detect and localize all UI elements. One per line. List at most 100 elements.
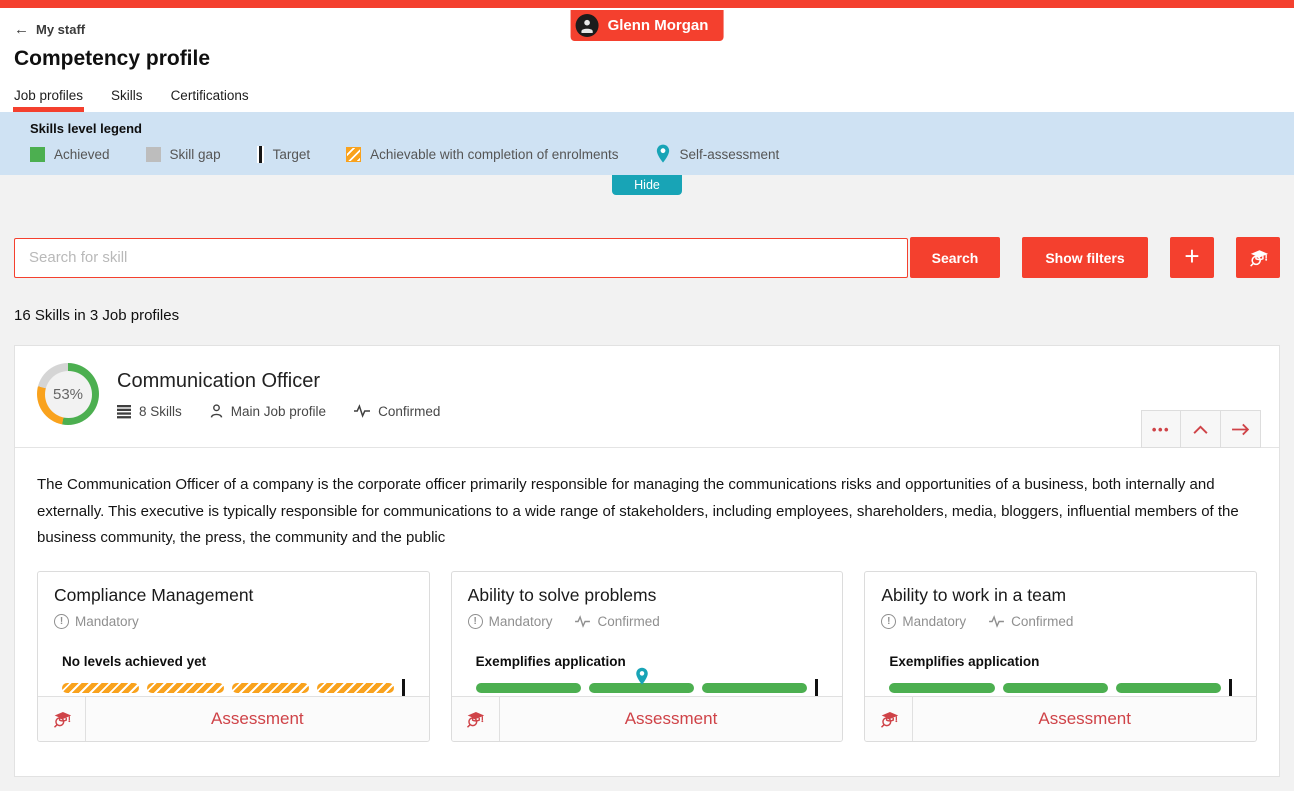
skill-card-compliance-management: Compliance Management Mandatory No level…: [37, 571, 430, 742]
mandatory-icon: [881, 614, 896, 629]
level-bar-achievable: [62, 683, 139, 693]
assessment-tool-button[interactable]: [1236, 237, 1280, 278]
level-bar-achieved: [476, 683, 581, 693]
skill-meta: Mandatory: [54, 614, 413, 629]
open-profile-button[interactable]: [1221, 410, 1261, 448]
job-profile-card: 53% Communication Officer 8 Skills Main …: [14, 345, 1280, 777]
pulse-icon: [353, 404, 371, 418]
back-link[interactable]: ← My staff: [14, 8, 85, 37]
back-arrow-icon: ←: [14, 22, 29, 37]
map-pin-icon: [655, 144, 671, 164]
pulse-icon: [574, 615, 591, 628]
graduation-cap-magnifier-icon: [878, 708, 900, 730]
profile-type: Main Job profile: [209, 403, 326, 419]
skill-card-body: Ability to work in a team Mandatory Conf…: [865, 572, 1256, 696]
assessment-link[interactable]: Assessment: [86, 697, 429, 741]
confirmed-badge: Confirmed: [574, 614, 659, 629]
legend-label: Self-assessment: [680, 147, 780, 162]
level-bar-achieved: [589, 683, 694, 693]
completion-percent: 53%: [45, 371, 92, 418]
mandatory-badge: Mandatory: [54, 614, 139, 629]
legend-item-target: Target: [257, 146, 311, 163]
skill-level-block: No levels achieved yet: [62, 654, 405, 696]
search-button[interactable]: Search: [910, 237, 1000, 278]
search-input[interactable]: [14, 238, 908, 278]
level-bar-achievable: [317, 683, 394, 693]
skill-level-bars: [476, 679, 819, 696]
skill-cards-row: Compliance Management Mandatory No level…: [15, 565, 1279, 760]
confirmed-badge: Confirmed: [988, 614, 1073, 629]
achieved-swatch: [30, 147, 45, 162]
legend-label: Skill gap: [170, 147, 221, 162]
level-bar-achievable: [147, 683, 224, 693]
skill-level-block: Exemplifies application: [889, 654, 1232, 696]
job-profile-info: Communication Officer 8 Skills Main Job …: [117, 363, 440, 447]
assessment-link[interactable]: Assessment: [500, 697, 843, 741]
skill-card-footer: Assessment: [865, 696, 1256, 741]
legend-item-self-assessment: Self-assessment: [655, 144, 780, 164]
skills-count: 8 Skills: [117, 404, 182, 419]
tab-job-profiles[interactable]: Job profiles: [14, 88, 83, 112]
skill-card-body: Ability to solve problems Mandatory Conf…: [452, 572, 843, 696]
graduation-cap-magnifier-icon: [464, 708, 486, 730]
collapse-button[interactable]: [1181, 410, 1221, 448]
skill-meta: Mandatory Confirmed: [468, 614, 827, 629]
show-filters-button[interactable]: Show filters: [1022, 237, 1148, 278]
mandatory-icon: [54, 614, 69, 629]
mandatory-icon: [468, 614, 483, 629]
skill-assessment-icon-button[interactable]: [38, 697, 86, 741]
skill-assessment-icon-button[interactable]: [865, 697, 913, 741]
legend-label: Target: [273, 147, 311, 162]
skill-level-bars: [62, 679, 405, 696]
add-button[interactable]: +: [1170, 237, 1214, 278]
tab-bar: Job profiles Skills Certifications: [14, 88, 1294, 112]
skill-card-footer: Assessment: [452, 696, 843, 741]
assessment-link[interactable]: Assessment: [913, 697, 1256, 741]
legend-label: Achievable with completion of enrolments: [370, 147, 618, 162]
skill-meta: Mandatory Confirmed: [881, 614, 1240, 629]
user-avatar: [576, 14, 599, 37]
completion-donut: 53%: [37, 363, 99, 425]
more-actions-button[interactable]: •••: [1141, 410, 1181, 448]
level-bar-achievable: [232, 683, 309, 693]
tab-certifications[interactable]: Certifications: [171, 88, 249, 112]
skill-card-body: Compliance Management Mandatory No level…: [38, 572, 429, 696]
skill-card-ability-to-solve-problems: Ability to solve problems Mandatory Conf…: [451, 571, 844, 742]
job-profile-description: The Communication Officer of a company i…: [15, 448, 1279, 565]
skill-gap-swatch: [146, 147, 161, 162]
achievable-swatch: [346, 147, 361, 162]
skill-card-footer: Assessment: [38, 696, 429, 741]
mandatory-badge: Mandatory: [881, 614, 966, 629]
user-name: Glenn Morgan: [608, 17, 709, 34]
job-profile-title: Communication Officer: [117, 370, 440, 393]
user-badge[interactable]: Glenn Morgan: [571, 10, 724, 41]
mandatory-badge: Mandatory: [468, 614, 553, 629]
level-bar-achieved: [1116, 683, 1221, 693]
graduation-cap-magnifier-icon: [1247, 246, 1270, 269]
skill-title: Ability to work in a team: [881, 585, 1240, 606]
level-bar-achieved: [1003, 683, 1108, 693]
legend-item-achieved: Achieved: [30, 147, 110, 162]
target-marker: [815, 679, 818, 696]
target-marker: [402, 679, 405, 696]
legend-title: Skills level legend: [30, 121, 1264, 136]
self-assessment-pin-icon: [634, 667, 649, 686]
level-bar-achieved: [702, 683, 807, 693]
legend-item-achievable: Achievable with completion of enrolments: [346, 147, 618, 162]
list-icon: [117, 404, 132, 419]
skill-title: Compliance Management: [54, 585, 413, 606]
job-profile-header: 53% Communication Officer 8 Skills Main …: [15, 346, 1279, 448]
skill-level-bars: [889, 679, 1232, 696]
skill-card-ability-to-work-in-a-team: Ability to work in a team Mandatory Conf…: [864, 571, 1257, 742]
page-title: Competency profile: [14, 47, 1294, 71]
job-profile-actions: •••: [1141, 410, 1261, 448]
results-summary: 16 Skills in 3 Job profiles: [14, 307, 1280, 324]
level-bar-achieved: [889, 683, 994, 693]
skill-assessment-icon-button[interactable]: [452, 697, 500, 741]
hide-legend-button[interactable]: Hide: [612, 175, 682, 195]
chevron-up-icon: [1192, 424, 1209, 435]
tab-skills[interactable]: Skills: [111, 88, 143, 112]
graduation-cap-magnifier-icon: [51, 708, 73, 730]
person-icon: [209, 403, 224, 419]
search-toolbar: Search Show filters +: [14, 237, 1280, 278]
